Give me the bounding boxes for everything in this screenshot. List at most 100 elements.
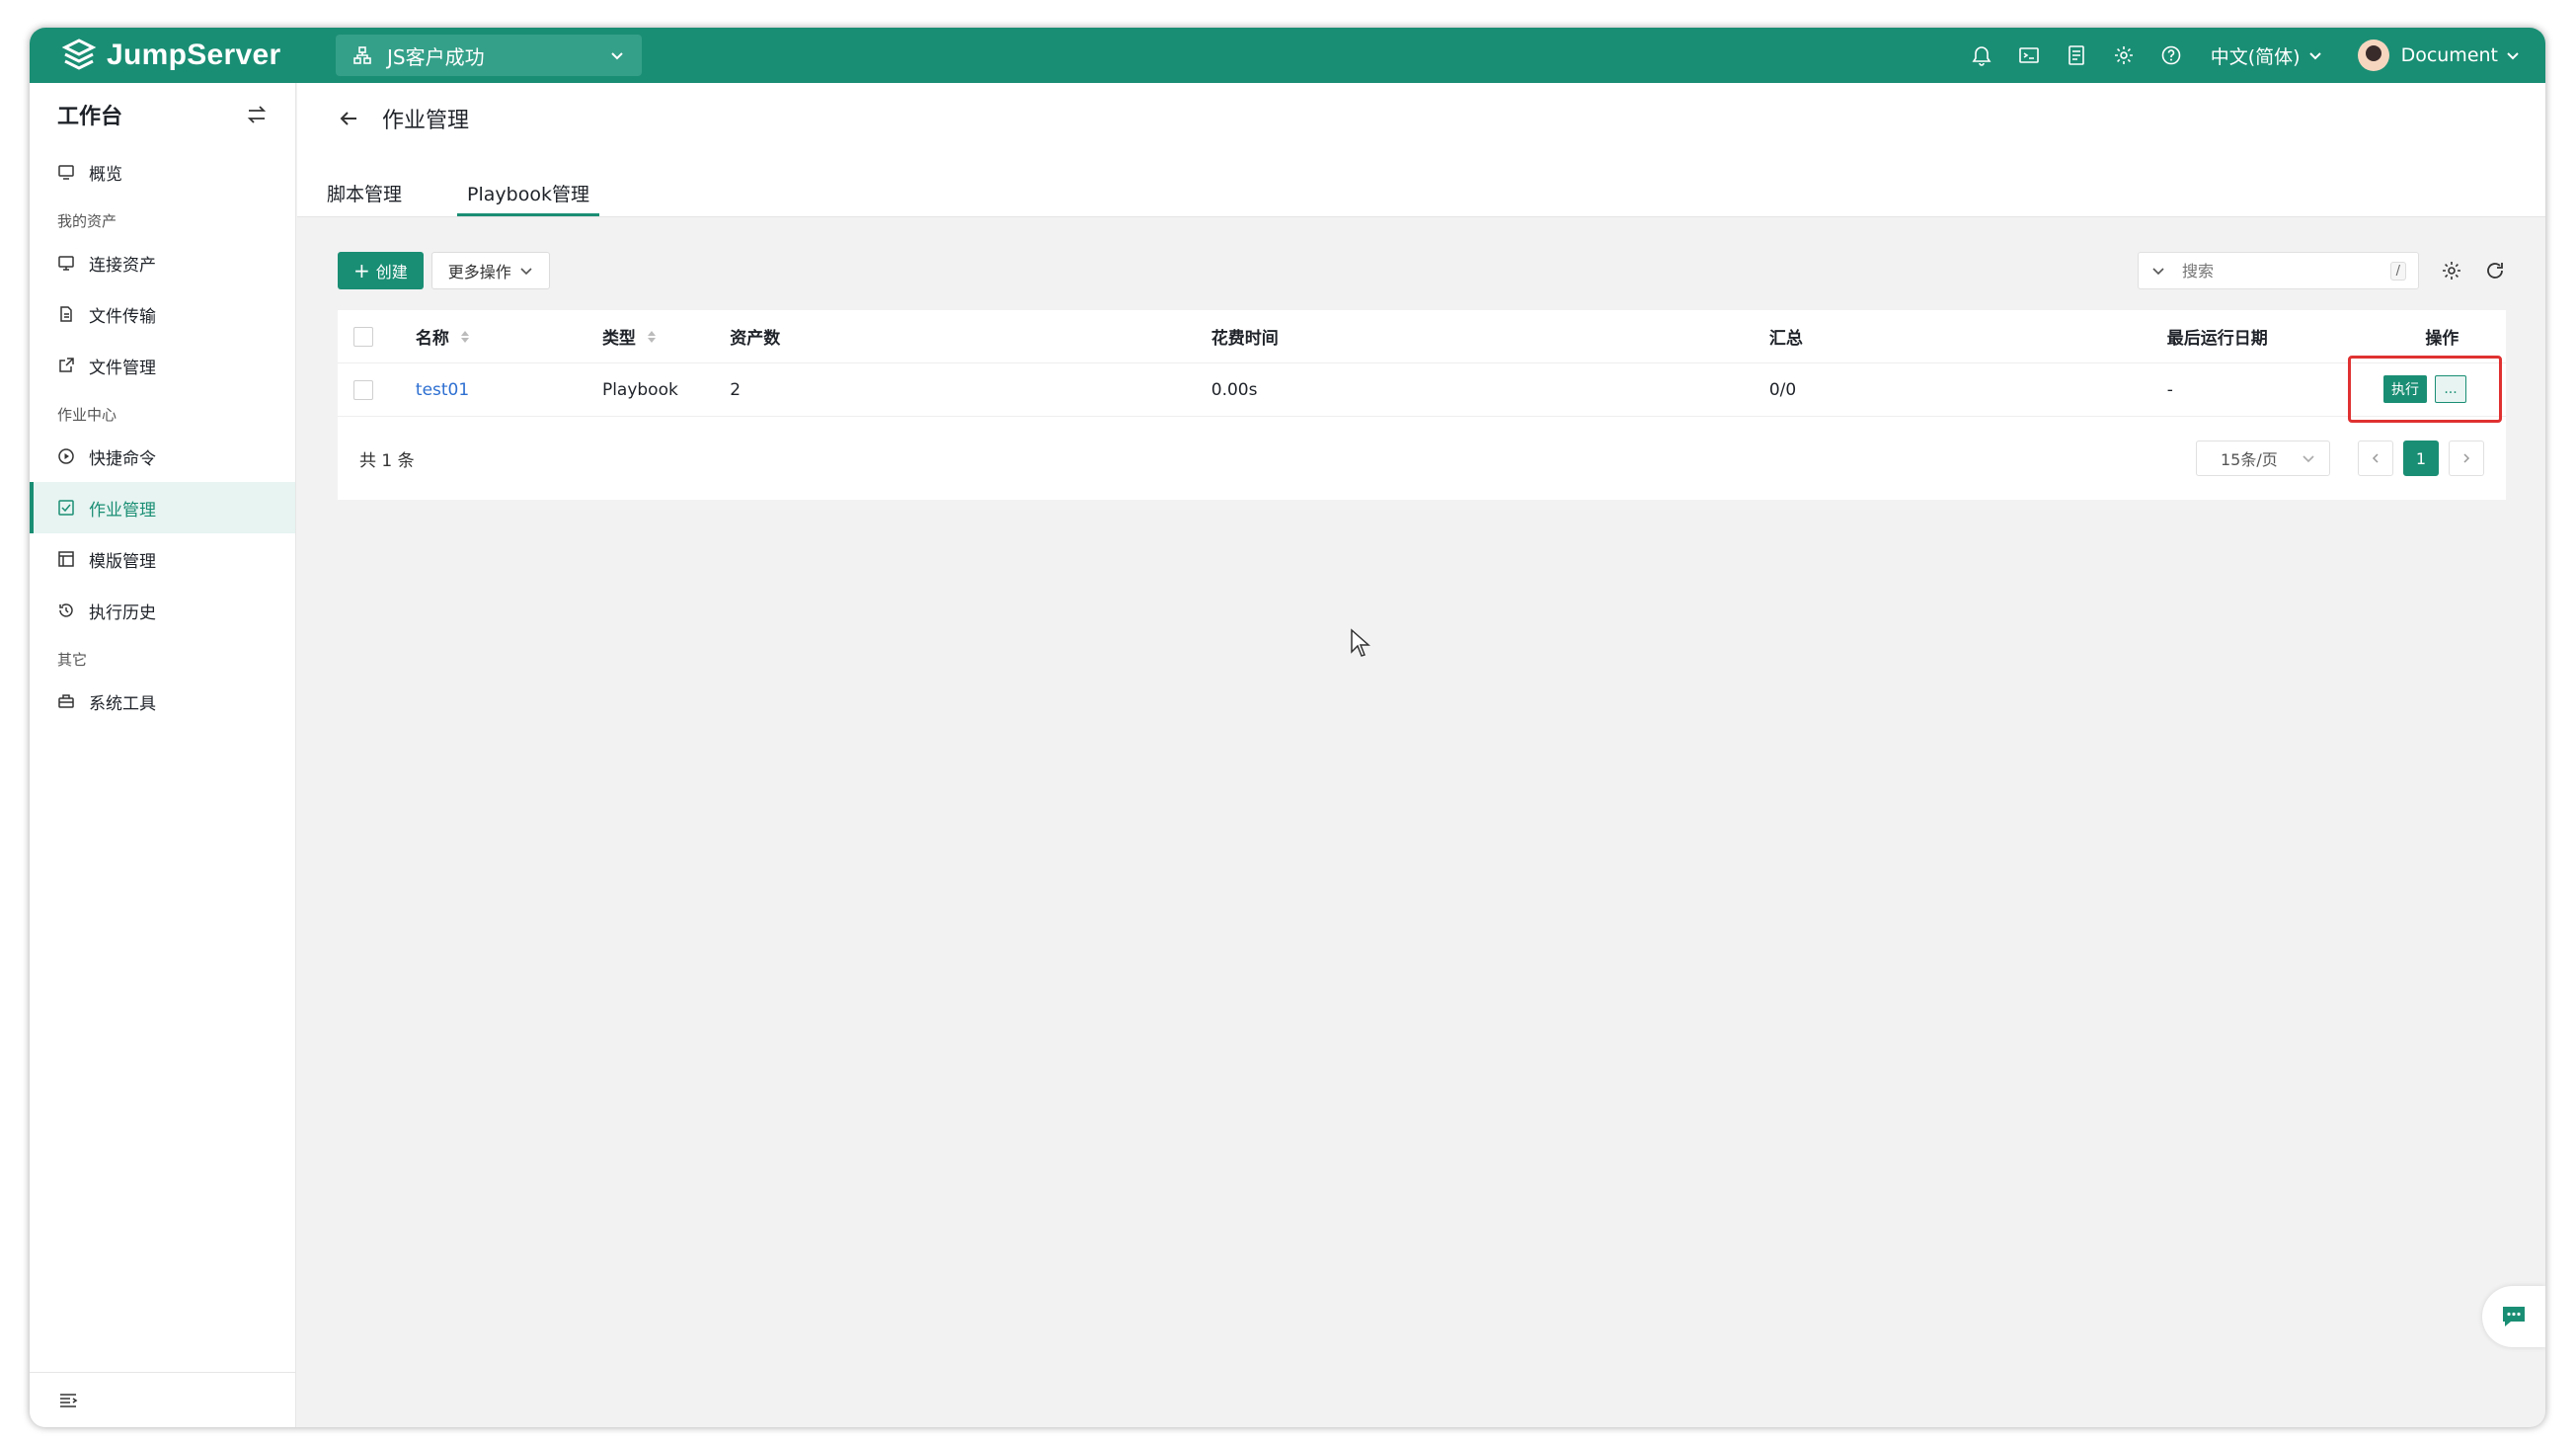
sidebar-title: 工作台 [57, 105, 123, 129]
sidebar-item-label: 系统工具 [89, 693, 156, 714]
monitor-icon [58, 165, 74, 180]
chevron-left-icon [2372, 453, 2379, 463]
sidebar-item-label: 概览 [89, 164, 122, 185]
sort-icon [647, 330, 656, 343]
chevron-down-icon [611, 52, 623, 60]
language-selector[interactable]: 中文(简体) [2211, 42, 2322, 69]
sidebar-item-job-manage[interactable]: 作业管理 [30, 482, 295, 533]
org-selector-value: JS客户成功 [387, 44, 485, 69]
job-table: 名称 类型 资产数 花费时间 汇总 最后运行日期 操作 test01 Playb… [338, 310, 2506, 500]
org-selector[interactable]: JS客户成功 [336, 35, 642, 76]
tab-script-manage[interactable]: 脚本管理 [317, 169, 412, 216]
create-button[interactable]: + 创建 [338, 252, 424, 289]
job-last-run: - [2166, 379, 2173, 400]
chevron-down-icon [2507, 52, 2519, 60]
desktop-icon [58, 256, 74, 271]
sidebar-item-system-tools[interactable]: 系统工具 [30, 676, 295, 727]
table-toolbar: + 创建 更多操作 / [338, 245, 2506, 296]
execute-button[interactable]: 执行 [2383, 375, 2427, 403]
settings-gear-icon[interactable] [2112, 43, 2136, 67]
column-header-last-run: 最后运行日期 [2166, 329, 2268, 349]
pagination: 15条/页 1 [2196, 441, 2484, 476]
sidebar-item-connect-assets[interactable]: 连接资产 [30, 237, 295, 288]
user-name: Document [2400, 44, 2498, 66]
more-actions-label: 更多操作 [447, 263, 511, 281]
column-header-label: 名称 [415, 329, 449, 349]
table-footer: 共 1 条 15条/页 1 [338, 417, 2506, 500]
jumpserver-logo-icon [61, 39, 97, 70]
sort-icon [460, 330, 469, 343]
column-header-time: 花费时间 [1210, 329, 1279, 349]
page-size-select[interactable]: 15条/页 [2196, 441, 2330, 476]
sidebar-group-my-assets: 我的资产 [57, 212, 117, 230]
play-circle-icon [58, 448, 74, 464]
plus-icon: + [353, 259, 370, 282]
column-header-name[interactable]: 名称 [416, 324, 602, 349]
sidebar-group-job-center: 作业中心 [57, 406, 117, 424]
select-all-checkbox[interactable] [353, 326, 373, 347]
column-header-type[interactable]: 类型 [602, 324, 730, 349]
sidebar-item-exec-history[interactable]: 执行历史 [30, 585, 295, 636]
template-icon [58, 551, 74, 567]
main-content: + 创建 更多操作 / 名称 [338, 245, 2506, 500]
sidebar-item-quick-command[interactable]: 快捷命令 [30, 431, 295, 482]
column-header-assets: 资产数 [730, 329, 781, 349]
search-shortcut-hint: / [2389, 261, 2406, 281]
prev-page-button[interactable] [2358, 441, 2393, 476]
table-settings-icon[interactable] [2441, 260, 2462, 281]
more-actions-button[interactable]: 更多操作 [430, 252, 550, 289]
history-icon [59, 603, 73, 617]
actions-highlight-box: 执行 ... [2348, 356, 2502, 423]
sidebar-item-template-manage[interactable]: 模版管理 [30, 533, 295, 585]
next-page-button[interactable] [2449, 441, 2484, 476]
total-count: 共 1 条 [359, 450, 415, 471]
job-time-cost: 0.00s [1210, 379, 1258, 400]
external-link-icon [59, 358, 74, 372]
chat-assistant-button[interactable] [2482, 1286, 2545, 1347]
chevron-down-icon [520, 268, 532, 276]
sidebar-header: 工作台 [30, 83, 295, 146]
sidebar: 工作台 概览 我的资产 连接资产 文件传输 文件管理 作业中心 快捷命令 作业管… [30, 83, 296, 1427]
page-title: 作业管理 [382, 109, 470, 133]
job-name-link[interactable]: test01 [416, 380, 602, 400]
chat-icon [2503, 1307, 2525, 1326]
file-transfer-icon [60, 306, 72, 322]
tab-playbook-manage[interactable]: Playbook管理 [457, 169, 599, 216]
logo-text: JumpServer [107, 39, 281, 71]
tickets-icon[interactable] [2065, 43, 2088, 67]
logo[interactable]: JumpServer [61, 38, 328, 73]
more-row-actions-button[interactable]: ... [2435, 375, 2466, 403]
web-terminal-icon[interactable] [2017, 43, 2041, 67]
collapse-menu-icon[interactable] [57, 1390, 79, 1411]
sidebar-item-overview[interactable]: 概览 [30, 146, 295, 198]
page-number-button[interactable]: 1 [2403, 441, 2439, 476]
sidebar-item-file-manage[interactable]: 文件管理 [30, 340, 295, 391]
checklist-icon [58, 500, 74, 516]
table-header-row: 名称 类型 资产数 花费时间 汇总 最后运行日期 操作 [338, 310, 2506, 363]
tab-bar: 脚本管理 Playbook管理 [317, 169, 645, 216]
sidebar-item-label: 模版管理 [89, 551, 156, 572]
create-button-label: 创建 [375, 263, 408, 281]
column-header-summary: 汇总 [1768, 329, 1803, 349]
row-checkbox[interactable] [353, 379, 373, 400]
chevron-down-icon [2308, 52, 2321, 60]
switch-view-icon[interactable] [246, 104, 268, 125]
chevron-right-icon [2463, 453, 2470, 463]
notification-bell-icon[interactable] [1970, 43, 1993, 67]
column-header-actions: 操作 [2425, 329, 2459, 349]
page-header: 作业管理 脚本管理 Playbook管理 [297, 83, 2545, 217]
help-icon[interactable] [2159, 43, 2183, 67]
search-input[interactable] [2182, 261, 2390, 281]
sidebar-item-label: 连接资产 [89, 255, 156, 276]
back-arrow-icon[interactable] [337, 107, 360, 130]
org-tree-icon [353, 46, 371, 64]
chevron-down-icon[interactable] [2150, 263, 2166, 279]
sidebar-item-file-transfer[interactable]: 文件传输 [30, 288, 295, 340]
sidebar-item-label: 文件传输 [89, 306, 156, 327]
sidebar-item-label: 作业管理 [89, 500, 156, 521]
refresh-icon[interactable] [2484, 260, 2506, 281]
top-navbar: JumpServer JS客户成功 中文(简体) Document [30, 28, 2545, 83]
job-type: Playbook [601, 379, 678, 400]
mouse-cursor-icon [1351, 628, 1370, 657]
user-menu[interactable]: Document [2357, 40, 2520, 71]
